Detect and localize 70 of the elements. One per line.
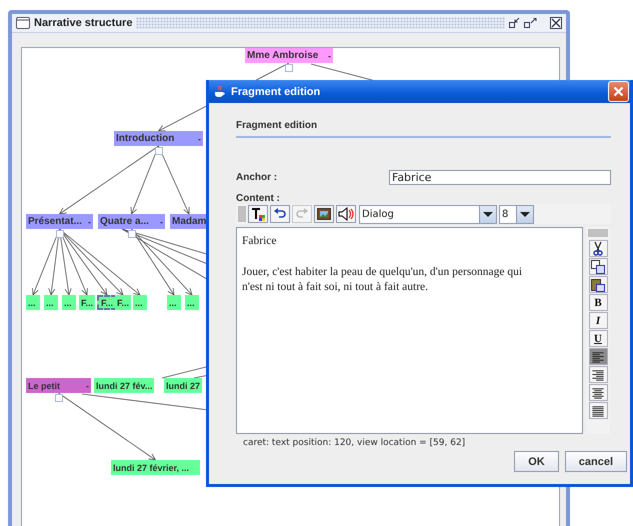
diagram-node[interactable]: Mme Ambroise - [245, 48, 333, 63]
align-right-button[interactable] [588, 366, 608, 383]
diagram-node[interactable]: ... [185, 295, 199, 310]
diagram-node[interactable]: ... [133, 295, 147, 310]
close-icon[interactable] [550, 17, 562, 29]
sound-button[interactable] [336, 205, 356, 223]
copy-button[interactable] [588, 258, 608, 275]
diagram-node[interactable]: ... [167, 295, 181, 310]
speaker-icon [338, 206, 354, 222]
close-button[interactable] [608, 81, 629, 102]
text-color-icon [250, 206, 266, 222]
diagram-node[interactable]: ... [26, 295, 40, 310]
bold-button[interactable]: B [588, 294, 608, 311]
cut-button[interactable] [588, 240, 608, 257]
minimize-icon[interactable] [509, 18, 520, 28]
toolbar-grip[interactable] [588, 229, 608, 237]
diagram-node[interactable]: Le petit - [26, 378, 91, 393]
paragraph: Jouer, c'est habiter la peau de quelqu'un, d'un personnage qui n'est ni tout à fait soi, ni tout à fait autre. [242, 265, 524, 295]
align-left-button[interactable] [588, 348, 608, 365]
cancel-button[interactable]: cancel [564, 451, 627, 472]
align-center-button[interactable] [588, 384, 608, 401]
maximize-icon[interactable] [524, 18, 538, 28]
align-right-icon [590, 368, 606, 382]
node-handle[interactable] [54, 394, 62, 402]
align-justify-icon [590, 404, 606, 418]
font-dropdown[interactable]: Dialog [359, 204, 497, 224]
paste-button[interactable] [588, 276, 608, 293]
window-icon [16, 17, 30, 29]
underline-button[interactable]: U [588, 330, 608, 347]
field-label: Content : [236, 193, 281, 204]
paragraph: Fabrice [242, 234, 278, 249]
arrow [131, 228, 193, 296]
size-dropdown[interactable]: 8 [499, 204, 534, 224]
anchor-field[interactable]: Fabrice [389, 170, 611, 185]
node-handle[interactable] [285, 64, 293, 72]
close-icon [613, 86, 624, 97]
diagram-node[interactable]: lundi 27 [164, 378, 202, 393]
italic-button[interactable]: I [588, 312, 608, 329]
copy-icon [590, 258, 606, 274]
ok-button[interactable]: OK [514, 451, 559, 472]
diagram-node[interactable]: lundi 27 fév... [94, 378, 154, 393]
align-left-icon [590, 350, 606, 364]
text-color-button[interactable] [248, 205, 268, 223]
diagram-node[interactable]: F... [79, 295, 96, 310]
node-handle[interactable] [56, 230, 64, 238]
undo-button[interactable] [270, 205, 290, 223]
diagram-node[interactable]: Quatre a... - [98, 214, 165, 229]
field-label: Anchor : [236, 172, 278, 183]
status-text: caret: text position: 120, view location = [59, 62] [243, 438, 466, 448]
diagram-node[interactable]: lundi 27 février, ... [111, 460, 200, 475]
node-handle[interactable] [128, 230, 136, 238]
picture-icon [316, 206, 332, 222]
window-title: Narrative structure [34, 17, 132, 29]
diagram-node[interactable]: F... [115, 295, 132, 310]
diagram-node[interactable]: F... [97, 295, 118, 310]
diagram-node[interactable]: Présentat... - [26, 214, 93, 229]
image-button[interactable] [314, 205, 334, 223]
toolbar-grip[interactable] [238, 206, 246, 222]
section-heading: Fragment edition [236, 120, 611, 138]
diagram-node[interactable]: ... [44, 295, 58, 310]
align-justify-button[interactable] [588, 402, 608, 419]
paste-icon [590, 276, 606, 292]
align-center-icon [590, 386, 606, 400]
diagram-node[interactable]: Introduction - [114, 131, 203, 146]
node-handle[interactable] [154, 147, 162, 155]
dialog-title: Fragment edition [231, 86, 322, 98]
diagram-node[interactable]: Madam [170, 214, 208, 229]
diagram-node[interactable]: ... [62, 295, 76, 310]
cup-icon [213, 85, 226, 98]
text-editor[interactable]: Fabrice Jouer, c'est habiter la peau de quelqu'un, d'un personnage qui n'est ni tout à fait soi, ni tout à fait autre. [236, 227, 583, 434]
